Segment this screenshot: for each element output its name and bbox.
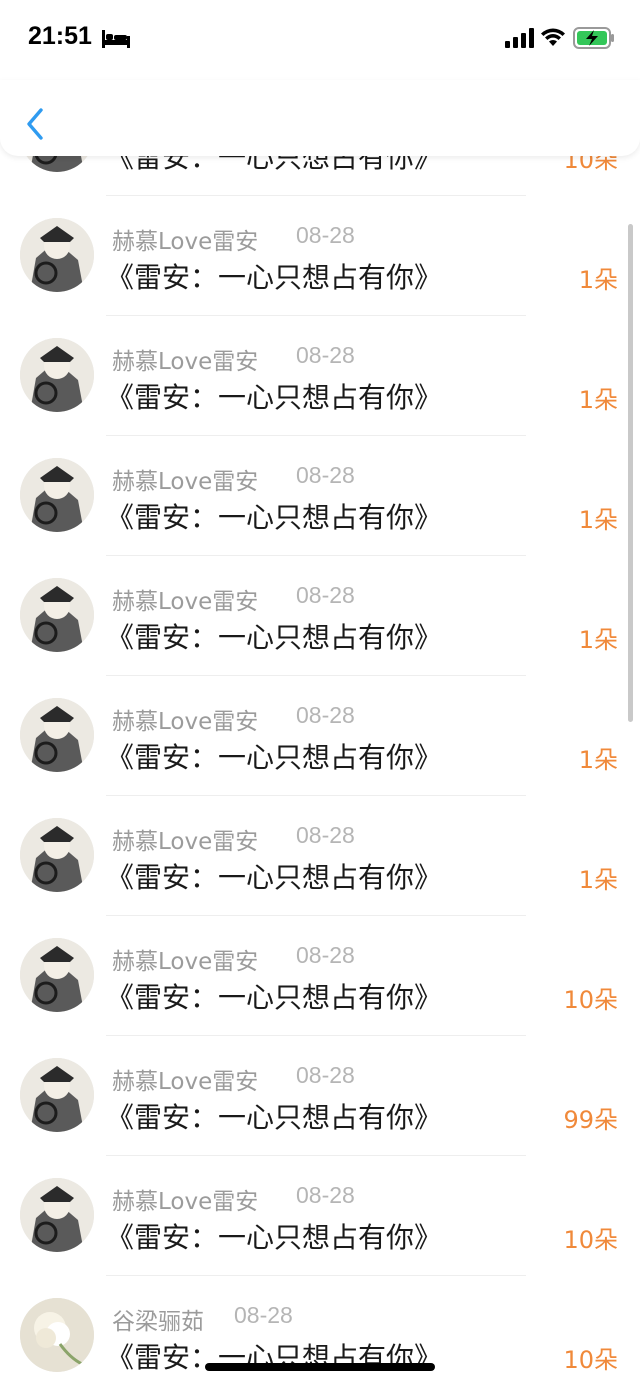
gift-amount: 1朵 bbox=[578, 266, 618, 294]
book-title: 《雷安：一心只想占有你》 bbox=[106, 741, 443, 774]
battery-charging-icon bbox=[573, 27, 614, 49]
sender-name: 赫慕Love雷安 bbox=[112, 829, 259, 855]
gift-amount: 1朵 bbox=[578, 386, 618, 414]
gift-date: 08-28 bbox=[296, 702, 355, 728]
avatar-image bbox=[20, 1178, 94, 1252]
gift-date: 08-28 bbox=[296, 582, 355, 608]
avatar[interactable] bbox=[20, 1058, 94, 1132]
status-bar: 21:51 bbox=[0, 0, 640, 80]
gift-amount: 99朵 bbox=[563, 1106, 618, 1134]
list-item[interactable]: 赫慕Love雷安 08-28 《雷安：一心只想占有你》 1朵 bbox=[0, 196, 640, 316]
gift-list: 《雷安：一心只想占有你》 10朵 赫慕Love雷安 08-28 《雷安：一心只想… bbox=[0, 0, 640, 1386]
book-title: 《雷安：一心只想占有你》 bbox=[106, 861, 443, 894]
sender-name: 谷梁骊茹 bbox=[112, 1309, 204, 1335]
sender-name: 赫慕Love雷安 bbox=[112, 589, 259, 615]
sender-name: 赫慕Love雷安 bbox=[112, 1069, 259, 1095]
gift-amount: 10朵 bbox=[563, 1226, 618, 1254]
wifi-icon bbox=[541, 28, 565, 46]
book-title: 《雷安：一心只想占有你》 bbox=[106, 381, 443, 414]
avatar-image bbox=[20, 818, 94, 892]
list-item[interactable]: 赫慕Love雷安 08-28 《雷安：一心只想占有你》 1朵 bbox=[0, 556, 640, 676]
gift-amount: 10朵 bbox=[563, 986, 618, 1014]
gift-date: 08-28 bbox=[296, 342, 355, 368]
gift-date: 08-28 bbox=[296, 1062, 355, 1088]
avatar[interactable] bbox=[20, 458, 94, 532]
book-title: 《雷安：一心只想占有你》 bbox=[106, 261, 443, 294]
avatar-image bbox=[20, 698, 94, 772]
gift-amount: 1朵 bbox=[578, 866, 618, 894]
signal-icon bbox=[505, 28, 534, 48]
avatar[interactable] bbox=[20, 578, 94, 652]
avatar-image bbox=[20, 218, 94, 292]
gift-date: 08-28 bbox=[296, 822, 355, 848]
list-item[interactable]: 赫慕Love雷安 08-28 《雷安：一心只想占有你》 99朵 bbox=[0, 1036, 640, 1156]
navigation-bar bbox=[0, 80, 640, 156]
list-item[interactable]: 赫慕Love雷安 08-28 《雷安：一心只想占有你》 1朵 bbox=[0, 676, 640, 796]
sender-name: 赫慕Love雷安 bbox=[112, 469, 259, 495]
gift-date: 08-28 bbox=[296, 1182, 355, 1208]
list-item[interactable]: 赫慕Love雷安 08-28 《雷安：一心只想占有你》 1朵 bbox=[0, 316, 640, 436]
gift-date: 08-28 bbox=[296, 942, 355, 968]
book-title: 《雷安：一心只想占有你》 bbox=[106, 981, 443, 1014]
avatar[interactable] bbox=[20, 338, 94, 412]
avatar-image bbox=[20, 938, 94, 1012]
avatar-image bbox=[20, 458, 94, 532]
gift-date: 08-28 bbox=[234, 1302, 293, 1328]
scrollbar[interactable] bbox=[628, 224, 633, 722]
home-indicator[interactable] bbox=[205, 1363, 435, 1371]
book-title: 《雷安：一心只想占有你》 bbox=[106, 1101, 443, 1134]
back-button[interactable] bbox=[22, 104, 48, 144]
status-time: 21:51 bbox=[28, 22, 92, 50]
bed-icon bbox=[102, 30, 130, 48]
avatar[interactable] bbox=[20, 1178, 94, 1252]
avatar[interactable] bbox=[20, 818, 94, 892]
avatar-image bbox=[20, 1298, 94, 1372]
gift-amount: 1朵 bbox=[578, 626, 618, 654]
book-title: 《雷安：一心只想占有你》 bbox=[106, 501, 443, 534]
gift-amount: 1朵 bbox=[578, 746, 618, 774]
avatar[interactable] bbox=[20, 1298, 94, 1372]
avatar[interactable] bbox=[20, 938, 94, 1012]
avatar-image bbox=[20, 578, 94, 652]
gift-date: 08-28 bbox=[296, 462, 355, 488]
sender-name: 赫慕Love雷安 bbox=[112, 949, 259, 975]
sender-name: 赫慕Love雷安 bbox=[112, 1189, 259, 1215]
sender-name: 赫慕Love雷安 bbox=[112, 229, 259, 255]
avatar-image bbox=[20, 1058, 94, 1132]
book-title: 《雷安：一心只想占有你》 bbox=[106, 1221, 443, 1254]
list-item[interactable]: 赫慕Love雷安 08-28 《雷安：一心只想占有你》 10朵 bbox=[0, 916, 640, 1036]
gift-amount: 10朵 bbox=[563, 1346, 618, 1374]
list-item[interactable]: 赫慕Love雷安 08-28 《雷安：一心只想占有你》 10朵 bbox=[0, 1156, 640, 1276]
list-item[interactable]: 赫慕Love雷安 08-28 《雷安：一心只想占有你》 1朵 bbox=[0, 436, 640, 556]
sender-name: 赫慕Love雷安 bbox=[112, 709, 259, 735]
list-item[interactable]: 赫慕Love雷安 08-28 《雷安：一心只想占有你》 1朵 bbox=[0, 796, 640, 916]
avatar[interactable] bbox=[20, 218, 94, 292]
gift-date: 08-28 bbox=[296, 222, 355, 248]
sender-name: 赫慕Love雷安 bbox=[112, 349, 259, 375]
avatar[interactable] bbox=[20, 698, 94, 772]
gift-amount: 1朵 bbox=[578, 506, 618, 534]
book-title: 《雷安：一心只想占有你》 bbox=[106, 621, 443, 654]
avatar-image bbox=[20, 338, 94, 412]
